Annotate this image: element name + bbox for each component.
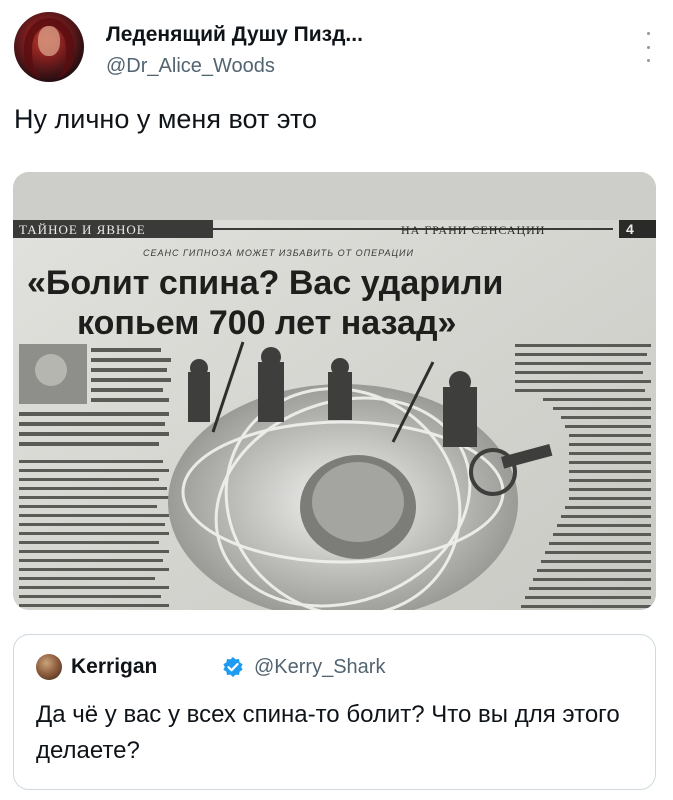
tweet-text: Ну лично у меня вот это [14, 104, 318, 134]
tweet-media-image[interactable]: ТАЙНОЕ И ЯВНОЕ НА ГРАНИ СЕНСАЦИИ 4 СЕАНС… [13, 172, 656, 610]
quoted-author-display-name[interactable]: Kerrigan [71, 655, 157, 679]
headline-line-2: копьем 700 лет назад» [77, 304, 456, 342]
kicker-line: СЕАНС ГИПНОЗА МОЖЕТ ИЗБАВИТЬ ОТ ОПЕРАЦИИ [143, 248, 414, 258]
more-options-icon[interactable] [643, 32, 653, 62]
newspaper-photo: ТАЙНОЕ И ЯВНОЕ НА ГРАНИ СЕНСАЦИИ 4 СЕАНС… [13, 172, 656, 610]
quoted-author-avatar[interactable] [36, 654, 62, 680]
inset-portrait-face [35, 354, 67, 386]
section-left-label: ТАЙНОЕ И ЯВНОЕ [19, 222, 146, 237]
headline-line-1: «Болит спина? Вас ударили [27, 264, 503, 302]
author-display-name[interactable]: Леденящий Душу Пизд... [106, 23, 363, 47]
avatar-face-shape [38, 26, 60, 56]
illustration-brain-highlight [312, 462, 404, 542]
author-handle[interactable]: @Dr_Alice_Woods [106, 55, 275, 78]
paper-top-fold [13, 172, 656, 220]
quoted-author-handle[interactable]: @Kerry_Shark [254, 656, 385, 679]
quoted-tweet-card[interactable]: Kerrigan @Kerry_Shark Да чё у вас у всех… [13, 634, 656, 790]
page-number-box [619, 220, 656, 238]
section-right-label: НА ГРАНИ СЕНСАЦИИ [401, 223, 545, 237]
page-number: 4 [626, 221, 634, 237]
author-avatar[interactable] [14, 12, 84, 82]
verified-badge-icon [223, 657, 243, 677]
quoted-tweet-text: Да чё у вас у всех спина-то болит? Что в… [36, 701, 620, 764]
tweet-header: Леденящий Душу Пизд... @Dr_Alice_Woods [14, 12, 659, 82]
